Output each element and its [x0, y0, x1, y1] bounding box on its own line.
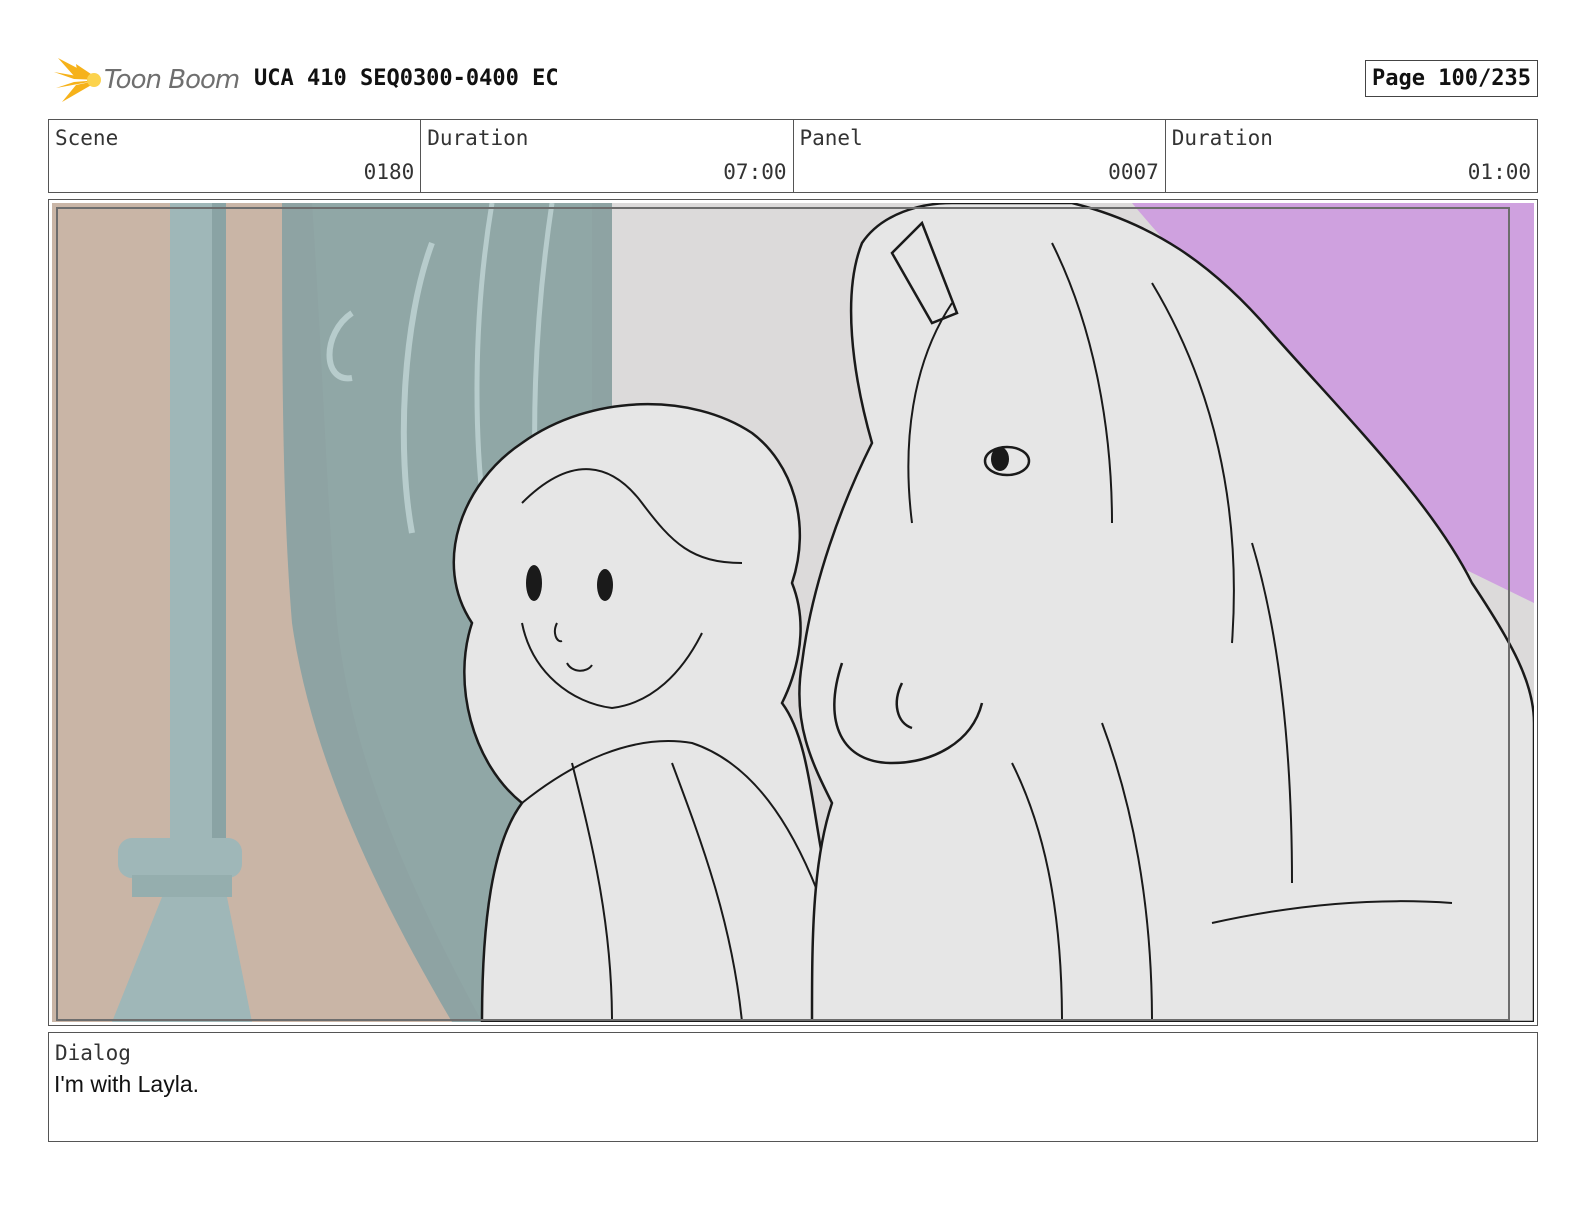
page-number: Page 100/235 [1365, 60, 1538, 97]
scene-label: Scene [55, 126, 119, 150]
logo-text: Toon Boom [104, 65, 240, 95]
panel-cell: Panel 0007 [794, 120, 1166, 192]
scene-value: 0180 [363, 160, 415, 184]
panel-duration-cell: Duration 01:00 [1166, 120, 1537, 192]
panel-duration-value: 01:00 [1467, 160, 1531, 184]
starburst-icon [54, 58, 101, 102]
toon-boom-logo: Toon Boom [52, 54, 242, 106]
page-header: Toon Boom UCA 410 SEQ0300-0400 EC Page 1… [52, 54, 1538, 106]
scene-info-bar: Scene 0180 Duration 07:00 Panel 0007 Dur… [48, 119, 1538, 193]
scene-duration-label: Duration [427, 126, 529, 150]
panel-duration-label: Duration [1171, 126, 1273, 150]
scene-duration-value: 07:00 [723, 160, 787, 184]
dialog-text: I'm with Layla. [54, 1071, 199, 1097]
dialog-label: Dialog [55, 1041, 131, 1065]
scene-duration-cell: Duration 07:00 [421, 120, 794, 192]
panel-value: 0007 [1108, 160, 1159, 184]
panel-artwork [52, 203, 1534, 1022]
storyboard-panel [48, 199, 1538, 1026]
dialog-box: Dialog I'm with Layla. [48, 1032, 1538, 1142]
document-title: UCA 410 SEQ0300-0400 EC [254, 66, 559, 91]
panel-label: Panel [799, 126, 863, 150]
scene-cell: Scene 0180 [49, 120, 422, 192]
